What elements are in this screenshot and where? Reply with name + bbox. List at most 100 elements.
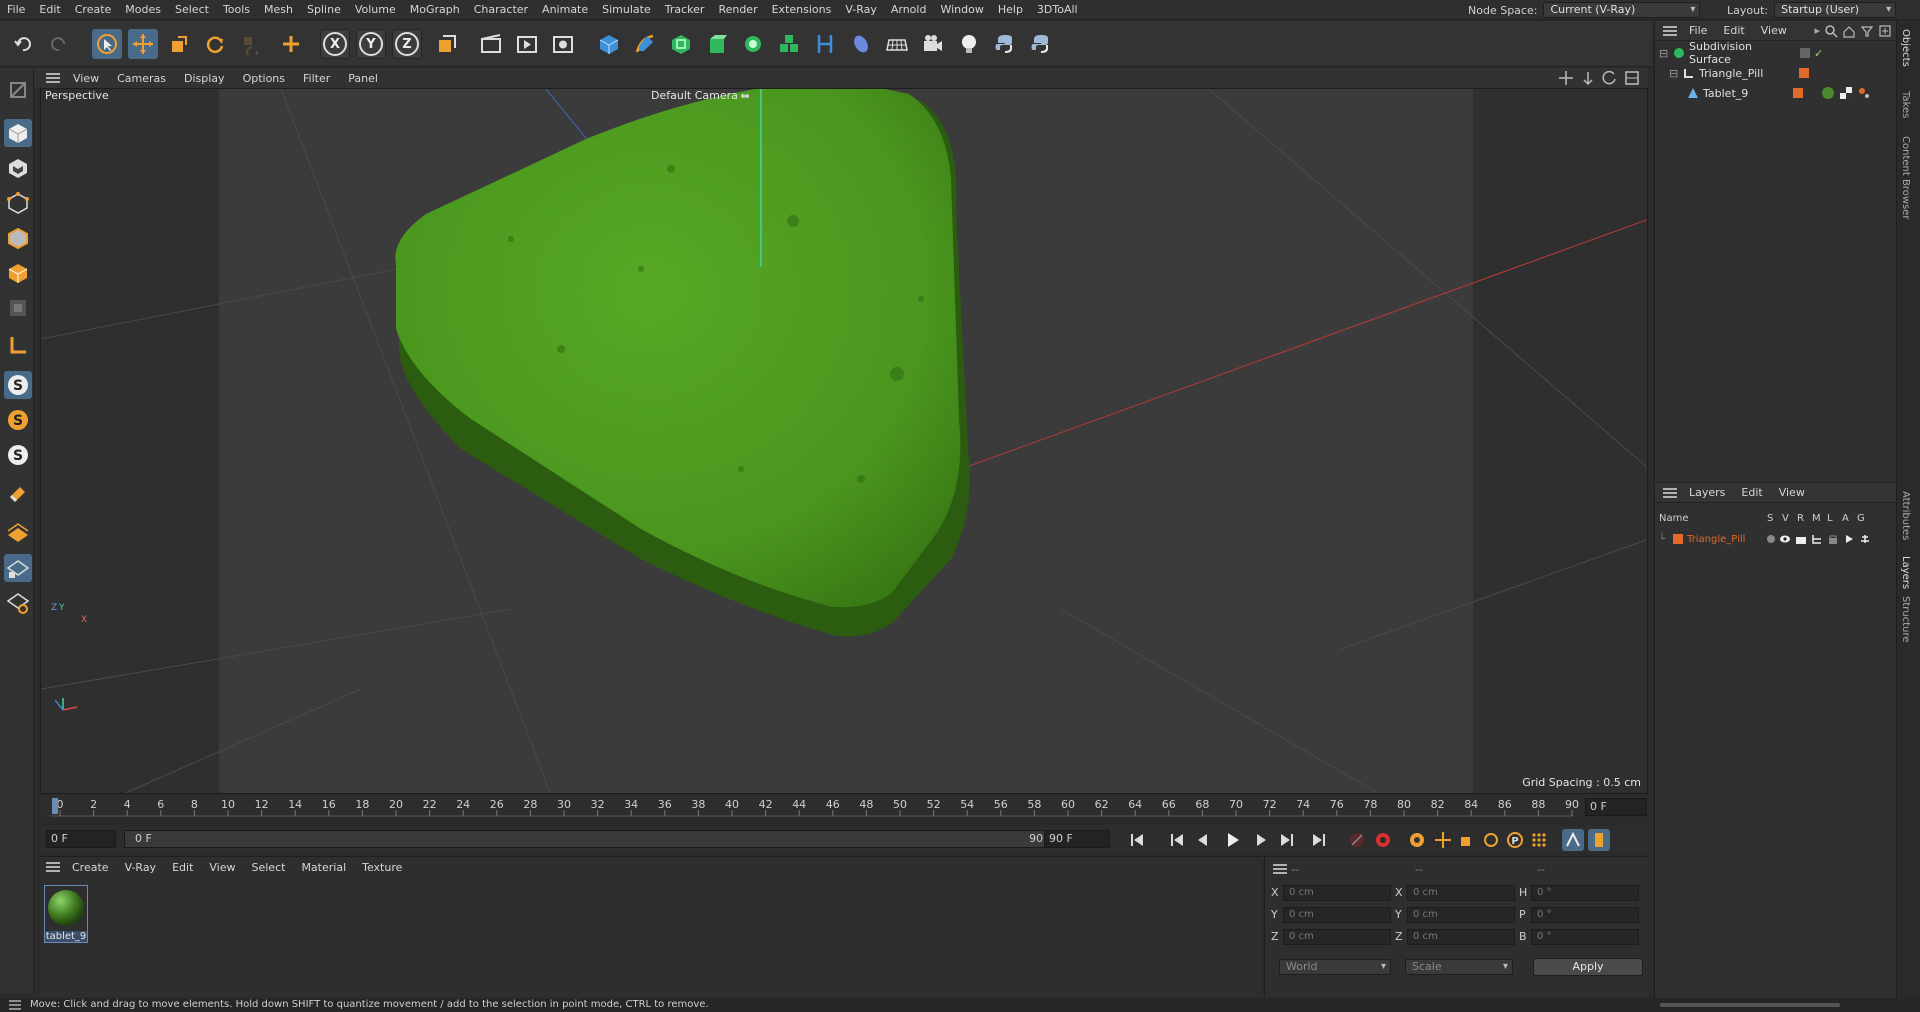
key-position-button[interactable] — [1432, 829, 1454, 851]
layout-dropdown[interactable]: Startup (User) — [1774, 2, 1897, 18]
end-frame-field[interactable]: 90 F — [1044, 830, 1110, 848]
menu-select[interactable]: Select — [168, 0, 216, 20]
make-editable-button[interactable] — [4, 76, 32, 104]
viewport-menu-options[interactable]: Options — [234, 72, 294, 85]
new-window-icon[interactable] — [1878, 24, 1892, 38]
python-button[interactable] — [990, 29, 1020, 59]
redo-button[interactable] — [44, 29, 74, 59]
coord-value-field[interactable]: 0 ° — [1531, 885, 1639, 901]
timeline-window-button[interactable] — [1588, 829, 1610, 851]
node-space-dropdown[interactable]: Current (V-Ray) — [1543, 2, 1701, 18]
playhead[interactable] — [52, 798, 58, 814]
material-menu-texture[interactable]: Texture — [354, 861, 410, 874]
python-script-button[interactable] — [1026, 29, 1056, 59]
soft-selection-button[interactable]: S — [4, 406, 32, 434]
lock-workplane-button[interactable] — [4, 554, 32, 582]
timeline-motion-button[interactable] — [1562, 829, 1584, 851]
layers-menu-layers[interactable]: Layers — [1681, 486, 1733, 499]
material-tag-icon[interactable] — [1821, 86, 1835, 100]
menu-simulate[interactable]: Simulate — [595, 0, 658, 20]
mograph-button[interactable] — [774, 29, 804, 59]
material-menu-edit[interactable]: Edit — [164, 861, 201, 874]
axis-mode-button[interactable] — [4, 331, 32, 359]
y-axis-button[interactable]: Y — [356, 29, 386, 59]
live-selection-button[interactable] — [276, 29, 306, 59]
menu-spline[interactable]: Spline — [300, 0, 348, 20]
undo-button[interactable] — [8, 29, 38, 59]
viewport-menu-cameras[interactable]: Cameras — [108, 72, 175, 85]
menu-tracker[interactable]: Tracker — [658, 0, 712, 20]
snap-button[interactable]: S — [4, 371, 32, 399]
object-row[interactable]: Tablet_9 — [1655, 83, 1897, 103]
coord-value-field[interactable]: 0 ° — [1531, 929, 1639, 945]
objects-menu-edit[interactable]: Edit — [1715, 24, 1752, 37]
material-menu-v-ray[interactable]: V-Ray — [117, 861, 165, 874]
menu-3dtoall[interactable]: 3DToAll — [1030, 0, 1085, 20]
next-key-button[interactable] — [1276, 829, 1298, 851]
coord-value-field[interactable]: 0 cm — [1407, 907, 1515, 923]
menu-mograph[interactable]: MoGraph — [403, 0, 467, 20]
current-frame-field[interactable]: 0 F — [1585, 798, 1647, 816]
tag-icon[interactable] — [1857, 86, 1871, 100]
coord-value-field[interactable]: 0 cm — [1283, 885, 1391, 901]
model-mode-button[interactable] — [4, 119, 32, 147]
goto-end-button[interactable] — [1308, 829, 1330, 851]
generator-icon[interactable] — [1859, 534, 1871, 544]
tab-layers[interactable]: Layers — [1900, 556, 1911, 589]
prev-frame-button[interactable] — [1192, 829, 1214, 851]
rotate-tool-button[interactable] — [200, 29, 230, 59]
tab-content-browser[interactable]: Content Browser — [1900, 136, 1911, 219]
material-menu-material[interactable]: Material — [293, 861, 354, 874]
goto-start-button[interactable] — [1126, 829, 1148, 851]
manager-hierarchy-icon[interactable] — [1811, 534, 1823, 544]
material-menu-create[interactable]: Create — [64, 861, 117, 874]
x-axis-button[interactable]: X — [320, 29, 350, 59]
pan-icon[interactable] — [1558, 70, 1574, 86]
magnet-button[interactable] — [4, 480, 32, 508]
light-button[interactable] — [954, 29, 984, 59]
render-settings-button[interactable] — [548, 29, 578, 59]
cloner-button[interactable] — [738, 29, 768, 59]
coord-mode-dropdown[interactable]: Scale — [1405, 959, 1513, 975]
viewport-perspective[interactable]: Perspective Default Camera Y Z X Grid Sp… — [40, 88, 1648, 794]
viewport-menu-display[interactable]: Display — [175, 72, 234, 85]
grid-workplane-button[interactable] — [4, 589, 32, 617]
uv-mode-button[interactable] — [4, 294, 32, 322]
coord-value-field[interactable]: 0 cm — [1283, 907, 1391, 923]
menu-v-ray[interactable]: V-Ray — [838, 0, 884, 20]
coord-value-field[interactable]: 0 cm — [1283, 929, 1391, 945]
coord-value-field[interactable]: 0 cm — [1407, 929, 1515, 945]
recent-tool-button[interactable] — [236, 29, 266, 59]
menu-arnold[interactable]: Arnold — [884, 0, 934, 20]
objects-menu-view[interactable]: View — [1753, 24, 1795, 37]
record-keys-button[interactable] — [1346, 829, 1368, 851]
timeline-ruler[interactable]: 0 2 4 6 8 10 12 14 16 18 20 22 24 26 28 30 32 34 36 38 40 42 4… — [40, 796, 1648, 818]
lock-icon[interactable] — [1827, 534, 1839, 544]
viewport-menu-panel[interactable]: Panel — [339, 72, 387, 85]
layer-color-swatch[interactable] — [1799, 68, 1809, 78]
field-button[interactable] — [846, 29, 876, 59]
tab-structure[interactable]: Structure — [1900, 596, 1911, 643]
menu-animate[interactable]: Animate — [535, 0, 595, 20]
workplane-button[interactable] — [4, 519, 32, 547]
key-scale-button[interactable] — [1456, 829, 1478, 851]
cube-button[interactable] — [594, 29, 624, 59]
menu-volume[interactable]: Volume — [348, 0, 403, 20]
move-tool-button[interactable] — [128, 29, 158, 59]
polygons-mode-button[interactable] — [4, 259, 32, 287]
render-region-button[interactable] — [476, 29, 506, 59]
maximize-view-icon[interactable] — [1624, 70, 1640, 86]
camera-label[interactable]: Default Camera — [651, 89, 750, 102]
scale-tool-button[interactable] — [164, 29, 194, 59]
edges-mode-button[interactable] — [4, 224, 32, 252]
material-swatch[interactable]: tablet_9 — [44, 885, 88, 943]
menu-help[interactable]: Help — [991, 0, 1030, 20]
horizontal-scrollbar[interactable] — [1660, 1003, 1840, 1007]
texture-mode-button[interactable] — [4, 154, 32, 182]
subdivision-button[interactable] — [666, 29, 696, 59]
menu-character[interactable]: Character — [467, 0, 535, 20]
menu-tools[interactable]: Tools — [216, 0, 257, 20]
range-slider[interactable]: 0 F 90 F — [124, 830, 1064, 848]
deformer-button[interactable] — [810, 29, 840, 59]
autokey-button[interactable] — [1372, 829, 1394, 851]
